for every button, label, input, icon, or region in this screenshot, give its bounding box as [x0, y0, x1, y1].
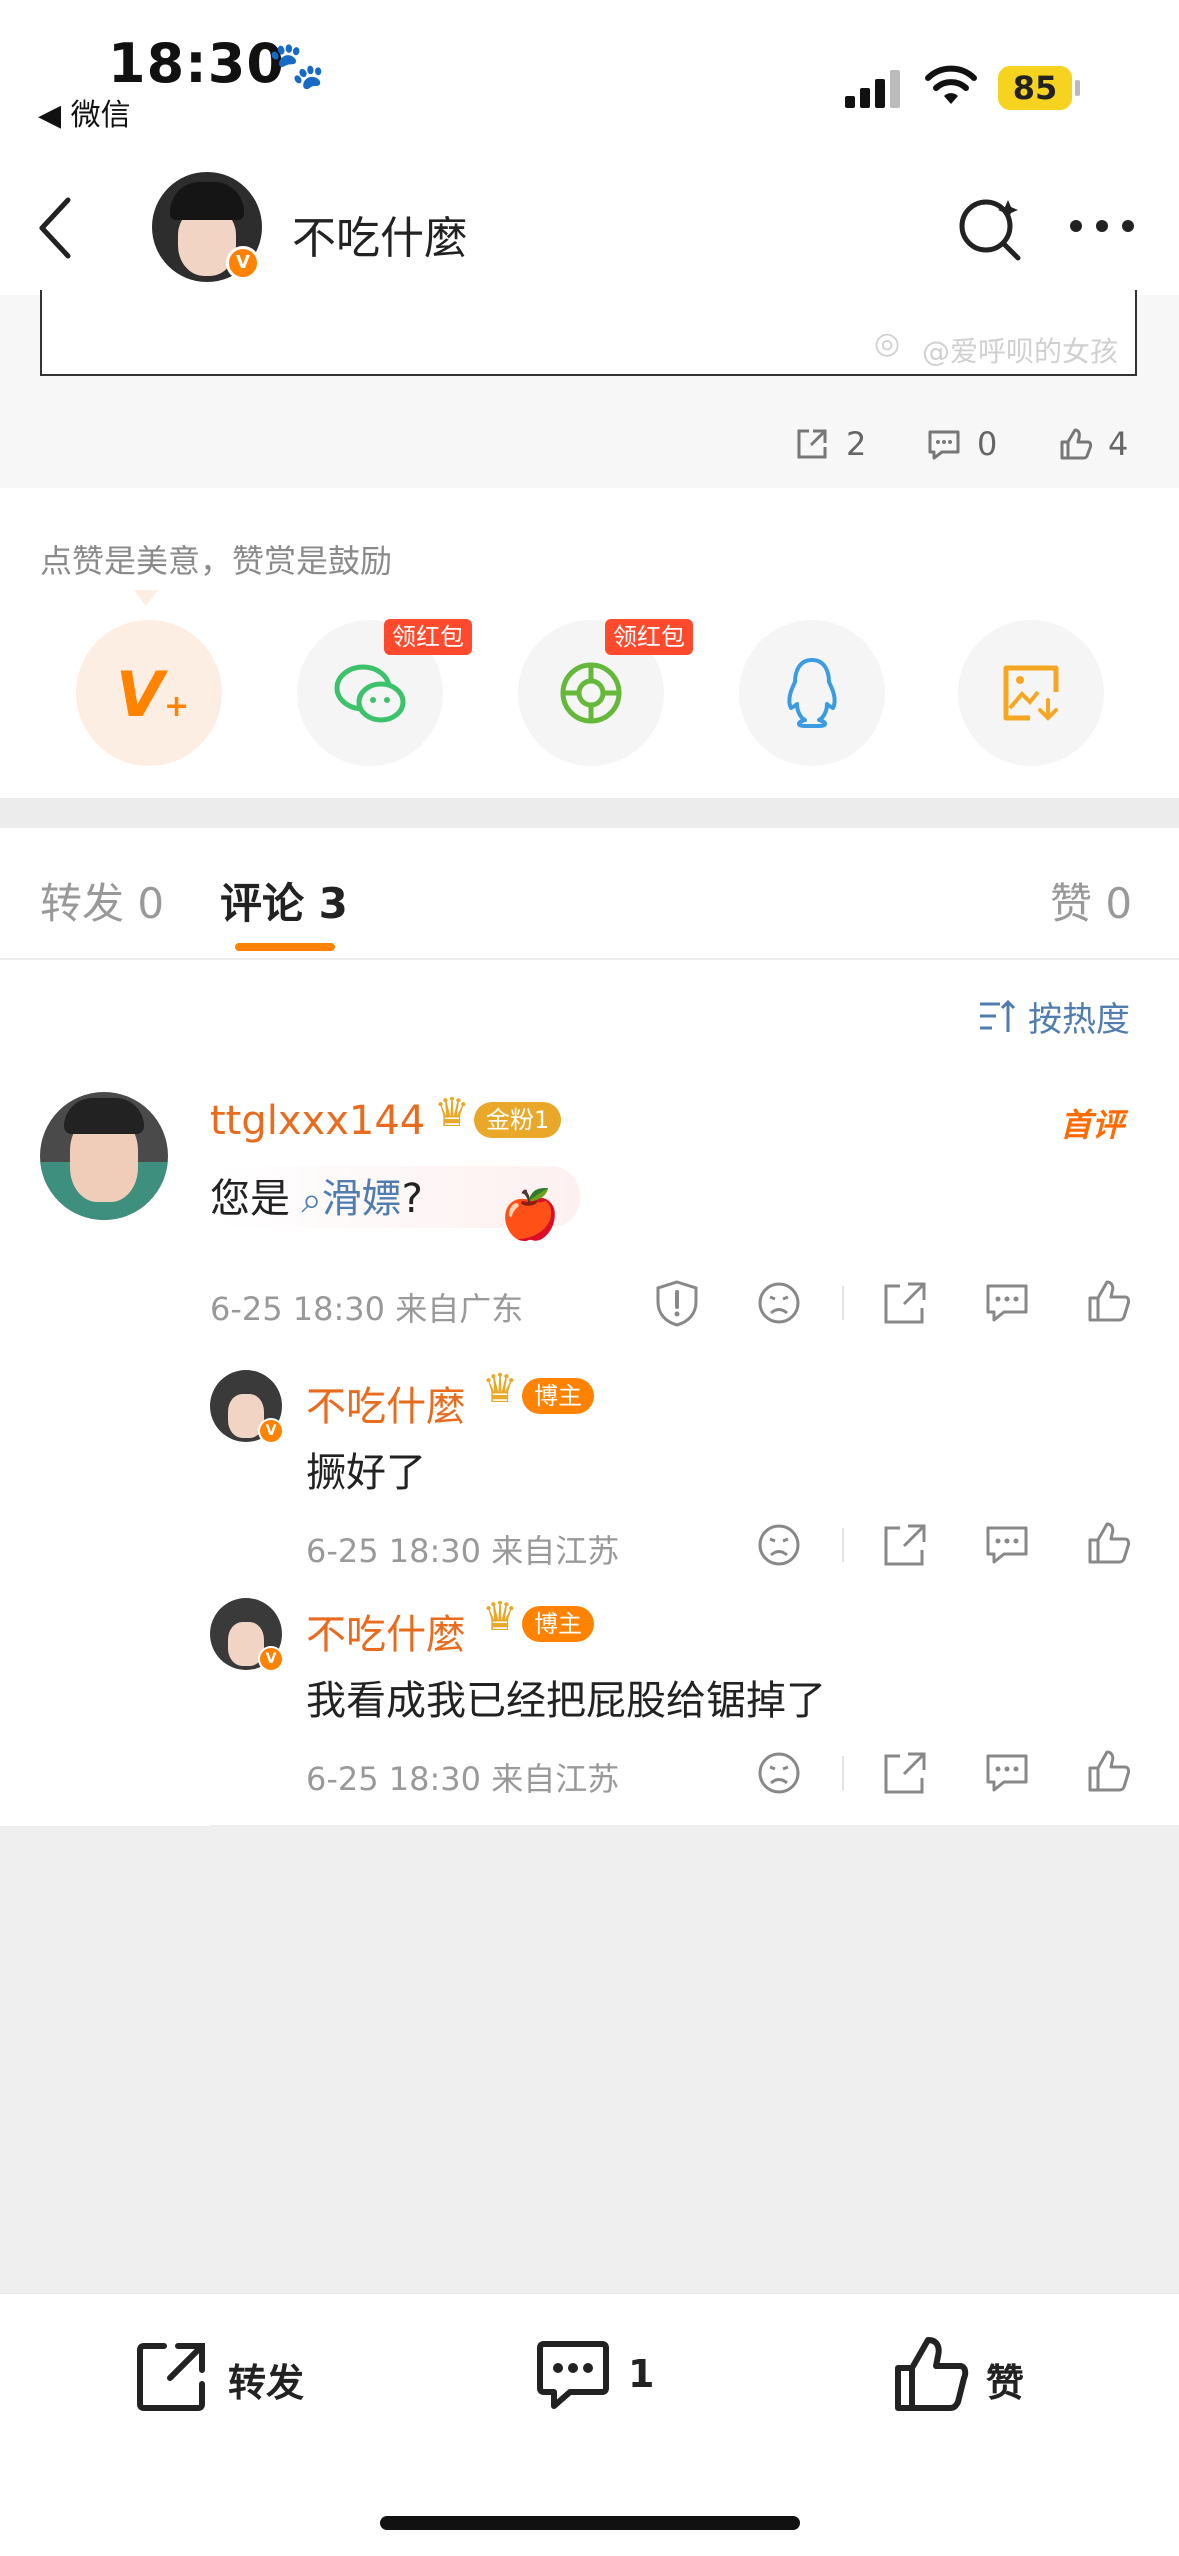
dislike-icon[interactable]: [754, 1278, 804, 1328]
tab-likes[interactable]: 赞 0: [1050, 870, 1132, 931]
reply-text: 撅好了: [306, 1450, 426, 1496]
wechat-icon: [334, 664, 406, 723]
like-count: 4: [1108, 425, 1129, 463]
comment-text-suffix: ?: [401, 1176, 423, 1222]
home-indicator: [380, 2516, 800, 2530]
active-tab-underline: [235, 943, 335, 951]
share-comment-icon[interactable]: [880, 1278, 930, 1328]
action-separator: [842, 1528, 844, 1562]
back-arrow-icon[interactable]: [34, 196, 74, 260]
status-bar: 18:30 🐾 ◀ 微信 85: [0, 0, 1179, 150]
comment-like-icon[interactable]: [1084, 1518, 1134, 1568]
verified-badge-icon: V: [226, 246, 260, 280]
redpack-badge[interactable]: 领红包: [605, 619, 693, 655]
crown-icon: ♛: [434, 1090, 470, 1136]
reply-meta: 6-25 18:30 来自江苏: [306, 1760, 620, 1798]
dislike-icon[interactable]: [754, 1520, 804, 1570]
share-qq-button[interactable]: [739, 620, 885, 766]
crown-icon: ♛: [482, 1594, 518, 1640]
tabs-divider: [0, 958, 1179, 960]
reward-button[interactable]: V+: [76, 620, 222, 766]
comment-like-icon[interactable]: [1084, 1276, 1134, 1326]
image-watermark: @爱呼呗的女孩: [922, 335, 1119, 368]
comment-count: 0: [977, 425, 998, 463]
weibo-logo-icon: ◎: [874, 326, 901, 361]
paw-icon: 🐾: [268, 38, 326, 92]
tab-comments[interactable]: 评论 3: [220, 870, 348, 931]
apple-sticker-icon: 🍎: [500, 1187, 560, 1243]
comment-icon[interactable]: [534, 2338, 612, 2414]
sort-icon[interactable]: [978, 998, 1018, 1034]
sort-by-hot[interactable]: 按热度: [1028, 992, 1130, 1041]
page-title: 不吃什麼: [292, 213, 468, 264]
comment-icon[interactable]: [926, 428, 962, 462]
repost-icon[interactable]: [134, 2338, 210, 2414]
qq-icon: [787, 658, 837, 728]
save-image-button[interactable]: [958, 620, 1104, 766]
moments-icon: [560, 662, 622, 724]
like-button[interactable]: 赞: [986, 2352, 1024, 2407]
share-comment-icon[interactable]: [880, 1520, 930, 1570]
reply-meta: 6-25 18:30 来自江苏: [306, 1532, 620, 1570]
avatar-hair: [170, 182, 244, 220]
reply-icon[interactable]: [982, 1278, 1032, 1328]
comment-text-prefix: 您是: [210, 1176, 290, 1222]
action-separator: [842, 1286, 844, 1320]
clock: 18:30: [108, 32, 285, 95]
keyword-search-icon: ⌕: [290, 1180, 322, 1221]
reward-indicator-icon: [134, 590, 158, 606]
fan-level-badge: 金粉1: [474, 1102, 562, 1138]
reply-text: 我看成我已经把屁股给锯掉了: [306, 1678, 826, 1724]
tab-reposts[interactable]: 转发 0: [40, 870, 164, 931]
report-icon[interactable]: [652, 1278, 702, 1328]
comment-button-count[interactable]: 1: [628, 2352, 654, 2396]
like-icon[interactable]: [1058, 426, 1094, 462]
dislike-icon[interactable]: [754, 1748, 804, 1798]
keyword-link[interactable]: 滑嫖: [322, 1176, 402, 1222]
reply-icon[interactable]: [982, 1520, 1032, 1570]
repost-icon[interactable]: [795, 427, 829, 461]
share-comment-icon[interactable]: [880, 1748, 930, 1798]
redpack-badge[interactable]: 领红包: [384, 619, 472, 655]
empty-area: [0, 1826, 1179, 2293]
first-comment-label: 首评: [1060, 1106, 1125, 1144]
section-divider: [0, 798, 1179, 828]
search-icon[interactable]: [956, 194, 1026, 264]
repost-count: 2: [846, 425, 867, 463]
crown-icon: ♛: [482, 1366, 518, 1412]
replier-name[interactable]: 不吃什麼: [306, 1374, 466, 1432]
verified-badge-icon: V: [258, 1646, 284, 1672]
download-image-icon: [1003, 665, 1059, 721]
comment-like-icon[interactable]: [1084, 1746, 1134, 1796]
commenter-name[interactable]: ttglxxx144: [210, 1098, 425, 1144]
battery-indicator: 85: [998, 66, 1072, 110]
signal-icon: [845, 70, 900, 108]
replier-name[interactable]: 不吃什麼: [306, 1602, 466, 1660]
blogger-badge: 博主: [522, 1378, 594, 1414]
post-stats-bar: [0, 376, 1179, 488]
more-icon[interactable]: [1068, 218, 1136, 234]
reward-caption: 点赞是美意，赞赏是鼓励: [40, 542, 393, 580]
comment-meta: 6-25 18:30 来自广东: [210, 1290, 524, 1328]
avatar-hair: [64, 1098, 144, 1134]
commenter-avatar[interactable]: [40, 1092, 168, 1220]
verified-badge-icon: V: [258, 1418, 284, 1444]
wifi-icon: [925, 65, 977, 104]
v-plus-icon: V+: [116, 658, 190, 731]
action-separator: [842, 1756, 844, 1790]
reply-icon[interactable]: [982, 1748, 1032, 1798]
back-to-wechat-link[interactable]: ◀ 微信: [38, 90, 131, 134]
blogger-badge: 博主: [522, 1606, 594, 1642]
repost-button[interactable]: 转发: [228, 2352, 304, 2407]
battery-tip-icon: [1075, 80, 1080, 96]
like-icon[interactable]: [892, 2334, 970, 2414]
